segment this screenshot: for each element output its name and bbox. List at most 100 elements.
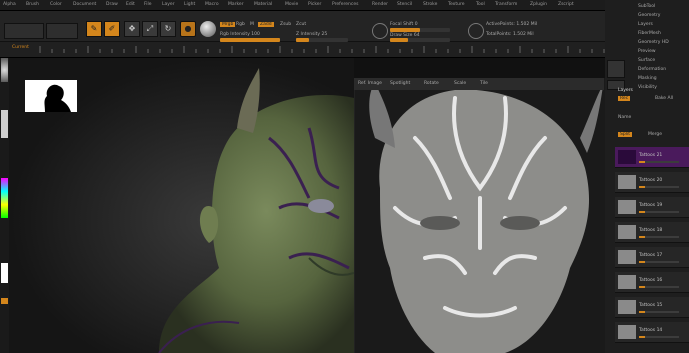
menu-picker[interactable]: Picker (308, 2, 321, 7)
menu-macro[interactable]: Macro (205, 2, 219, 7)
layer-thumbnail (618, 275, 636, 289)
layer-item[interactable]: Tattoos 17 (615, 247, 689, 268)
menu-masking[interactable]: Masking (638, 76, 657, 81)
menu-layers[interactable]: Layers (638, 22, 653, 27)
rotate-button[interactable]: ↻ (160, 21, 176, 37)
reference-title: Ref. Image (358, 81, 382, 86)
menu-surface[interactable]: Surface (638, 58, 655, 63)
menu-zscript[interactable]: Zscript (558, 2, 574, 7)
layer-thumbnail (618, 175, 636, 189)
edit-button[interactable]: ✎ (86, 21, 102, 37)
draw-button[interactable]: ✐ (104, 21, 120, 37)
focal-shift-icon[interactable] (372, 23, 388, 39)
layer-intensity-slider[interactable] (639, 161, 679, 163)
menu-transform[interactable]: Transform (495, 2, 517, 7)
menu-light[interactable]: Light (184, 2, 195, 7)
rgb-intensity-label: Rgb Intensity 100 (220, 32, 260, 37)
layer-item-active[interactable]: Tattoos 21 (615, 147, 689, 168)
layer-intensity-slider[interactable] (639, 336, 679, 338)
focal-shift-slider[interactable] (390, 28, 450, 32)
layer-item[interactable]: Tattoos 20 (615, 172, 689, 193)
menu-material[interactable]: Material (254, 2, 272, 7)
menu-alpha[interactable]: Alpha (3, 2, 16, 7)
stroke-icon[interactable] (1, 110, 8, 138)
layer-item[interactable]: Tattoos 16 (615, 272, 689, 293)
quick-sketch-button[interactable] (46, 23, 78, 39)
tool-thumbnail[interactable] (607, 60, 625, 78)
menu-geometry-hd[interactable]: Geometry HD (638, 40, 669, 45)
layer-item[interactable]: Tattoos 15 (615, 297, 689, 318)
menu-preferences[interactable]: Preferences (332, 2, 358, 7)
reference-header: Ref. Image Spotlight Rotate Scale Tile (354, 78, 604, 90)
material-icon[interactable]: ● (180, 21, 196, 37)
menu-subtool[interactable]: SubTool (638, 4, 655, 9)
menu-tool[interactable]: Tool (476, 2, 485, 7)
layer-item[interactable]: Tattoos 14 (615, 322, 689, 343)
canvas-viewport[interactable] (9, 58, 354, 353)
menu-stroke[interactable]: Stroke (423, 2, 437, 7)
zadd-button[interactable]: Zadd (258, 22, 274, 27)
ref-tab-spotlight[interactable]: Spotlight (390, 81, 410, 86)
z-intensity-label: Z Intensity 25 (296, 32, 328, 37)
ruler-ticks (39, 46, 605, 53)
left-shelf (0, 58, 9, 353)
zcut-button[interactable]: Zcut (296, 22, 306, 27)
layer-thumbnail (618, 300, 636, 314)
layer-intensity-slider[interactable] (639, 186, 679, 188)
menu-deformation[interactable]: Deformation (638, 67, 666, 72)
zsub-button[interactable]: Zsub (280, 22, 291, 27)
menu-render[interactable]: Render (372, 2, 388, 7)
menu-file[interactable]: File (144, 2, 152, 7)
scale-button[interactable]: ⤢ (142, 21, 158, 37)
ref-tab-rotate[interactable]: Rotate (424, 81, 439, 86)
material-sphere-icon[interactable] (200, 21, 216, 37)
menu-zplugin[interactable]: Zplugin (530, 2, 547, 7)
layer-intensity-slider[interactable] (639, 286, 679, 288)
menu-fibermesh[interactable]: FiberMesh (638, 31, 661, 36)
move-button[interactable]: ✥ (124, 21, 140, 37)
merge-button[interactable]: Merge (648, 132, 662, 137)
timeline-ruler[interactable]: Current (0, 42, 630, 58)
name-button[interactable]: Name (618, 115, 631, 120)
menu-bar: Alpha Brush Color Document Draw Edit Fil… (0, 0, 689, 11)
layer-intensity-slider[interactable] (639, 236, 679, 238)
menu-document[interactable]: Document (73, 2, 96, 7)
swap-color-icon[interactable] (1, 298, 8, 304)
menu-texture[interactable]: Texture (448, 2, 464, 7)
ref-tab-tile[interactable]: Tile (480, 81, 488, 86)
layer-item[interactable]: Tattoos 18 (615, 222, 689, 243)
menu-edit[interactable]: Edit (126, 2, 135, 7)
menu-movie[interactable]: Movie (285, 2, 298, 7)
menu-marker[interactable]: Marker (228, 2, 244, 7)
m-button[interactable]: M (250, 22, 254, 27)
layer-name: Tattoos 16 (639, 278, 663, 283)
dynamic-icon[interactable] (468, 23, 484, 39)
split-button[interactable]: Split (618, 132, 632, 137)
menu-layer[interactable]: Layer (162, 2, 175, 7)
menu-visibility[interactable]: Visibility (638, 85, 657, 90)
layer-intensity-slider[interactable] (639, 261, 679, 263)
rec-button[interactable]: Rec (618, 96, 631, 101)
main-color-swatch[interactable] (1, 263, 8, 283)
layer-thumbnail (618, 200, 636, 214)
menu-draw[interactable]: Draw (106, 2, 118, 7)
lightbox-button[interactable] (4, 23, 44, 39)
layer-intensity-slider[interactable] (639, 211, 679, 213)
menu-preview[interactable]: Preview (638, 49, 656, 54)
rgb-button[interactable]: Rgb (236, 22, 245, 27)
ref-tab-scale[interactable]: Scale (454, 81, 466, 86)
menu-geometry[interactable]: Geometry (638, 13, 660, 18)
mrgb-button[interactable]: Mrgb (220, 22, 236, 27)
reference-image[interactable] (354, 78, 605, 353)
layer-name: Tattoos 14 (639, 328, 663, 333)
menu-stencil[interactable]: Stencil (397, 2, 412, 7)
menu-brush[interactable]: Brush (26, 2, 39, 7)
layer-intensity-slider[interactable] (639, 311, 679, 313)
brush-icon[interactable] (1, 58, 8, 82)
layer-thumbnail (618, 150, 636, 164)
layer-name: Tattoos 20 (639, 178, 663, 183)
color-picker-icon[interactable] (1, 178, 8, 218)
bake-all-button[interactable]: Bake All (655, 96, 673, 101)
menu-color[interactable]: Color (50, 2, 62, 7)
layer-item[interactable]: Tattoos 19 (615, 197, 689, 218)
